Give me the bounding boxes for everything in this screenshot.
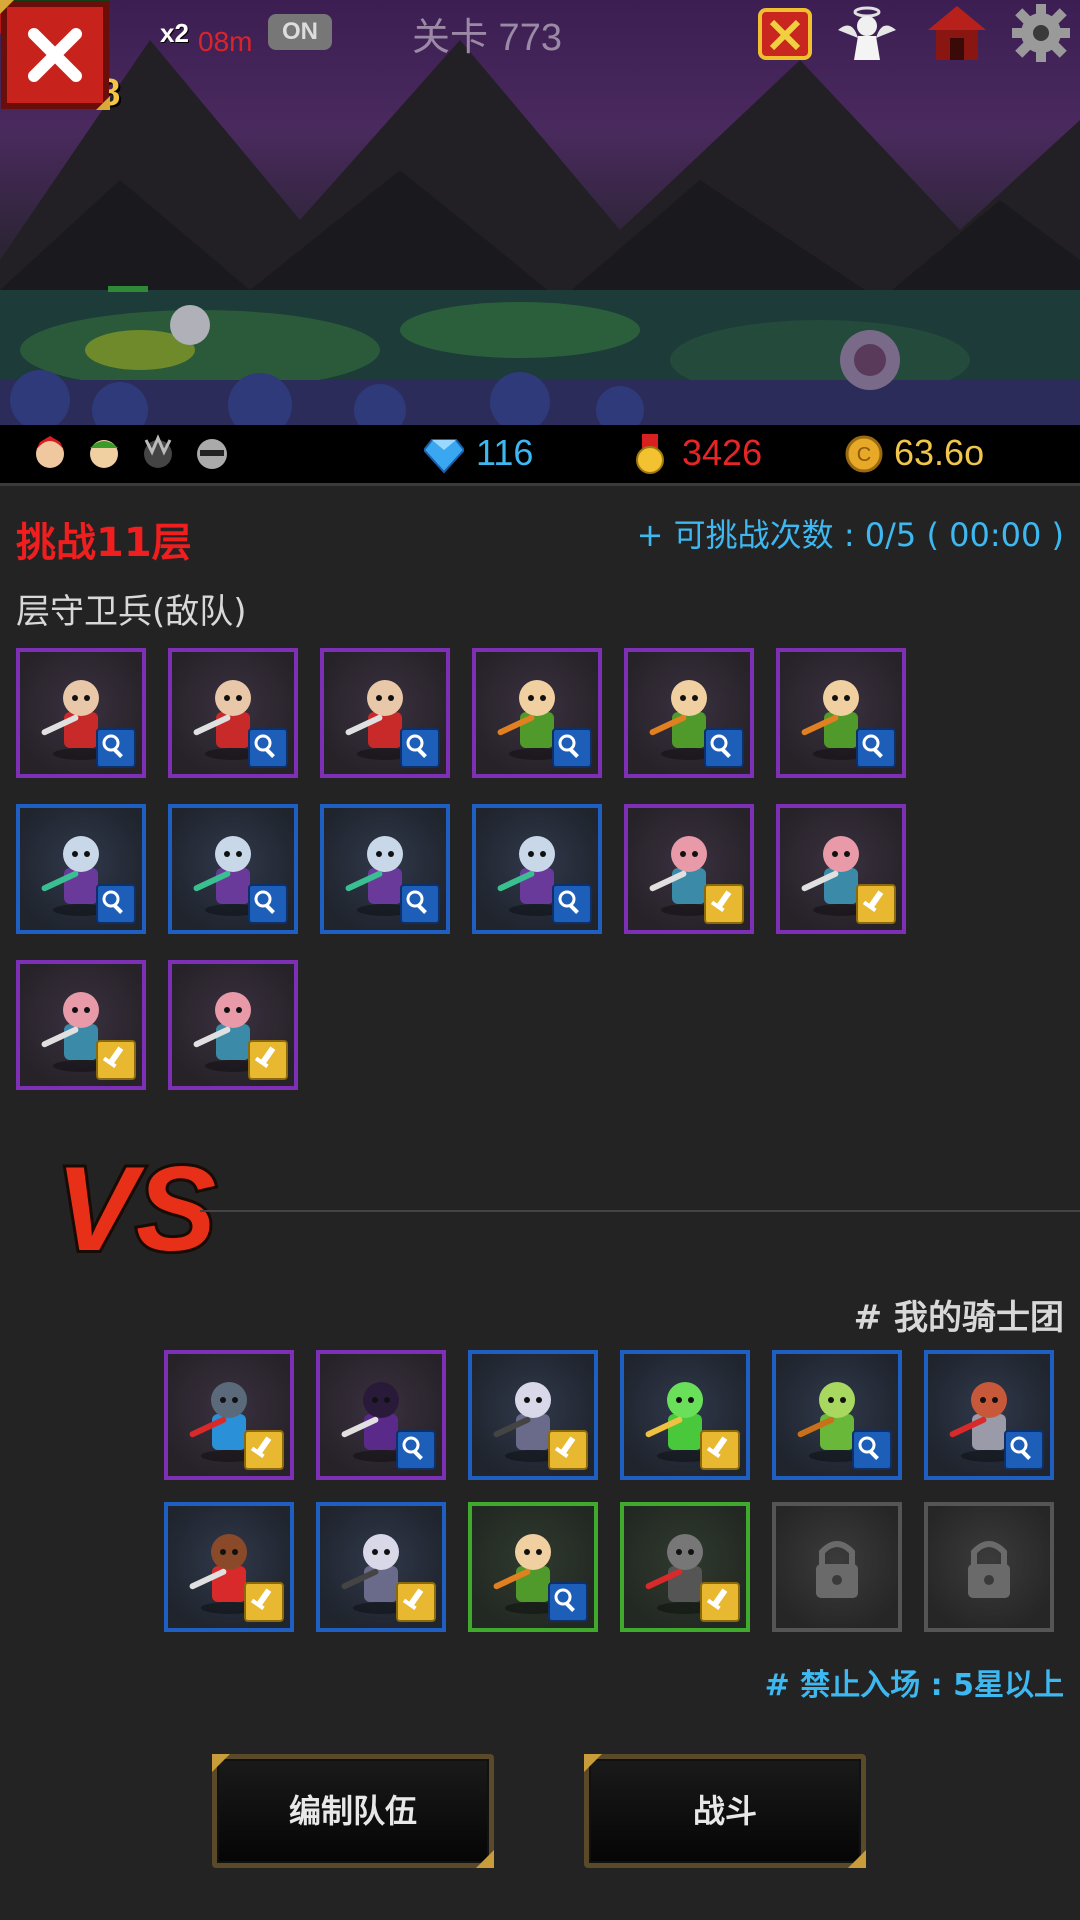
shop-house-icon[interactable] <box>924 0 990 66</box>
unit-slot[interactable] <box>472 804 602 934</box>
battle-label: 战斗 <box>692 1792 757 1830</box>
vs-divider <box>200 1210 1080 1212</box>
sword-class-icon <box>700 1582 740 1622</box>
sword-class-icon <box>248 1040 288 1080</box>
unit-slot[interactable] <box>16 804 146 934</box>
magnifier-class-icon <box>96 728 136 768</box>
stage-title: 关卡 773 <box>412 17 562 59</box>
lock-icon <box>816 1541 858 1598</box>
unit-slot[interactable] <box>472 648 602 778</box>
close-button[interactable] <box>0 0 110 110</box>
magnifier-class-icon <box>552 728 592 768</box>
unit-slot[interactable] <box>620 1502 750 1632</box>
challenge-floor-title: 挑战11层 <box>16 520 192 566</box>
speed-multiplier: x2 <box>160 18 189 48</box>
battle-scene: 18 x2 08m ON 关卡 773 <box>0 0 1080 425</box>
magnifier-class-icon <box>552 884 592 924</box>
unit-slot[interactable] <box>164 1350 294 1480</box>
unit-slot[interactable] <box>772 1350 902 1480</box>
party-member-red-icon <box>36 436 64 468</box>
edit-team-label: 编制队伍 <box>288 1792 417 1830</box>
sword-class-icon <box>244 1582 284 1622</box>
magnifier-class-icon <box>400 728 440 768</box>
lock-icon <box>968 1541 1010 1598</box>
unit-slot[interactable] <box>924 1350 1054 1480</box>
unit-slot[interactable] <box>776 804 906 934</box>
edit-team-button[interactable]: 编制队伍 <box>212 1754 494 1868</box>
unit-slot[interactable] <box>316 1502 446 1632</box>
gold-coin-icon: C <box>845 435 883 473</box>
enemy-team-label: 层守卫兵(敌队) <box>16 592 247 632</box>
sword-class-icon <box>700 1430 740 1470</box>
party-member-elf-icon <box>90 440 118 468</box>
entry-restriction-label: # 禁止入场 : 5星以上 <box>764 1668 1064 1703</box>
attempts-remaining[interactable]: + 可挑战次数 : 0/5 ( 00:00 ) <box>637 510 1064 556</box>
unit-slot[interactable] <box>468 1502 598 1632</box>
party-member-knight-icon <box>144 434 172 468</box>
medal-icon <box>636 434 664 474</box>
gem-icon <box>424 439 464 474</box>
unit-slot[interactable] <box>776 648 906 778</box>
magnifier-class-icon <box>400 884 440 924</box>
gear-icon[interactable] <box>1008 0 1074 66</box>
locked-slot[interactable] <box>772 1502 902 1632</box>
magnifier-class-icon <box>1004 1430 1044 1470</box>
magnifier-class-icon <box>96 884 136 924</box>
auto-toggle[interactable]: ON <box>268 14 332 50</box>
sword-class-icon <box>548 1430 588 1470</box>
unit-slot[interactable] <box>168 648 298 778</box>
unit-slot[interactable] <box>168 960 298 1090</box>
speed-time: 08m <box>198 26 253 57</box>
unit-slot[interactable] <box>624 648 754 778</box>
magnifier-class-icon <box>852 1430 892 1470</box>
battle-button[interactable]: 战斗 <box>584 1754 866 1868</box>
unit-slot[interactable] <box>16 648 146 778</box>
unit-slot[interactable] <box>168 804 298 934</box>
unit-slot[interactable] <box>316 1350 446 1480</box>
divider <box>0 483 1080 486</box>
magnifier-class-icon <box>248 884 288 924</box>
magnifier-class-icon <box>548 1582 588 1622</box>
sword-class-icon <box>244 1430 284 1470</box>
unit-slot[interactable] <box>320 804 450 934</box>
unit-slot[interactable] <box>468 1350 598 1480</box>
sword-class-icon <box>396 1582 436 1622</box>
magnifier-class-icon <box>248 728 288 768</box>
svg-text:C: C <box>857 444 871 466</box>
unit-slot[interactable] <box>320 648 450 778</box>
my-team-label: # 我的骑士团 <box>853 1298 1064 1338</box>
magnifier-class-icon <box>396 1430 436 1470</box>
sword-class-icon <box>704 884 744 924</box>
sword-class-icon <box>856 884 896 924</box>
angel-icon[interactable] <box>834 0 900 66</box>
magnifier-class-icon <box>704 728 744 768</box>
gold-amount: 63.6o <box>894 432 985 473</box>
crossed-swords-banner-icon[interactable] <box>752 0 818 66</box>
sword-class-icon <box>96 1040 136 1080</box>
svg-text:VS: VS <box>56 1142 216 1276</box>
unit-slot[interactable] <box>624 804 754 934</box>
scene-background <box>0 40 1080 425</box>
party-member-robot-icon <box>197 439 227 469</box>
enemy-sprite <box>840 330 900 390</box>
unit-slot[interactable] <box>620 1350 750 1480</box>
gem-count: 116 <box>476 432 534 473</box>
unit-slot[interactable] <box>16 960 146 1090</box>
unit-slot[interactable] <box>164 1502 294 1632</box>
medal-count: 3426 <box>682 432 763 473</box>
locked-slot[interactable] <box>924 1502 1054 1632</box>
magnifier-class-icon <box>856 728 896 768</box>
